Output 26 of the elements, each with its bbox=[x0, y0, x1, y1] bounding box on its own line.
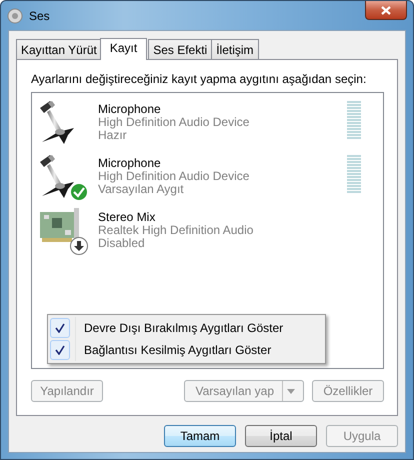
device-status: Disabled bbox=[98, 236, 145, 250]
dropdown-caret-icon bbox=[287, 388, 295, 394]
device-row[interactable]: Microphone High Definition Audio Device Hazır bbox=[32, 95, 383, 149]
dialog-button[interactable]: Tamam bbox=[164, 425, 236, 447]
close-icon bbox=[381, 6, 391, 14]
menu-item[interactable]: Bağlantısı Kesilmiş Aygıtları Göster bbox=[84, 343, 272, 357]
window-title: Ses bbox=[29, 8, 50, 22]
level-meter-icon bbox=[347, 154, 361, 194]
tab[interactable]: Kayıt bbox=[100, 38, 148, 60]
tab[interactable]: Kayıttan Yürüt bbox=[16, 39, 102, 59]
device-name: Stereo Mix bbox=[98, 210, 156, 224]
device-row[interactable]: Microphone High Definition Audio Device Varsayılan Aygıt bbox=[32, 149, 383, 203]
menu-item[interactable]: Devre Dışı Bırakılmış Aygıtları Göster bbox=[84, 321, 284, 335]
device-name: Microphone bbox=[98, 102, 162, 116]
level-meter-icon bbox=[347, 100, 361, 140]
device-driver: High Definition Audio Device bbox=[98, 116, 250, 128]
device-name: Microphone bbox=[98, 156, 162, 170]
dialog-button[interactable]: İptal bbox=[245, 425, 317, 447]
device-status: Hazır bbox=[98, 128, 128, 142]
device-driver: High Definition Audio Device bbox=[98, 170, 250, 182]
instruction-text: Ayarlarını değiştireceğiniz kayıt yapma aygıtını aşağıdan seçin: bbox=[31, 72, 368, 86]
tab[interactable]: İletişim bbox=[211, 39, 259, 59]
device-status: Varsayılan Aygıt bbox=[98, 182, 185, 196]
device-driver: Realtek High Definition Audio bbox=[98, 224, 254, 236]
tab[interactable]: Ses Efekti bbox=[148, 39, 212, 59]
close-button[interactable] bbox=[365, 1, 407, 20]
